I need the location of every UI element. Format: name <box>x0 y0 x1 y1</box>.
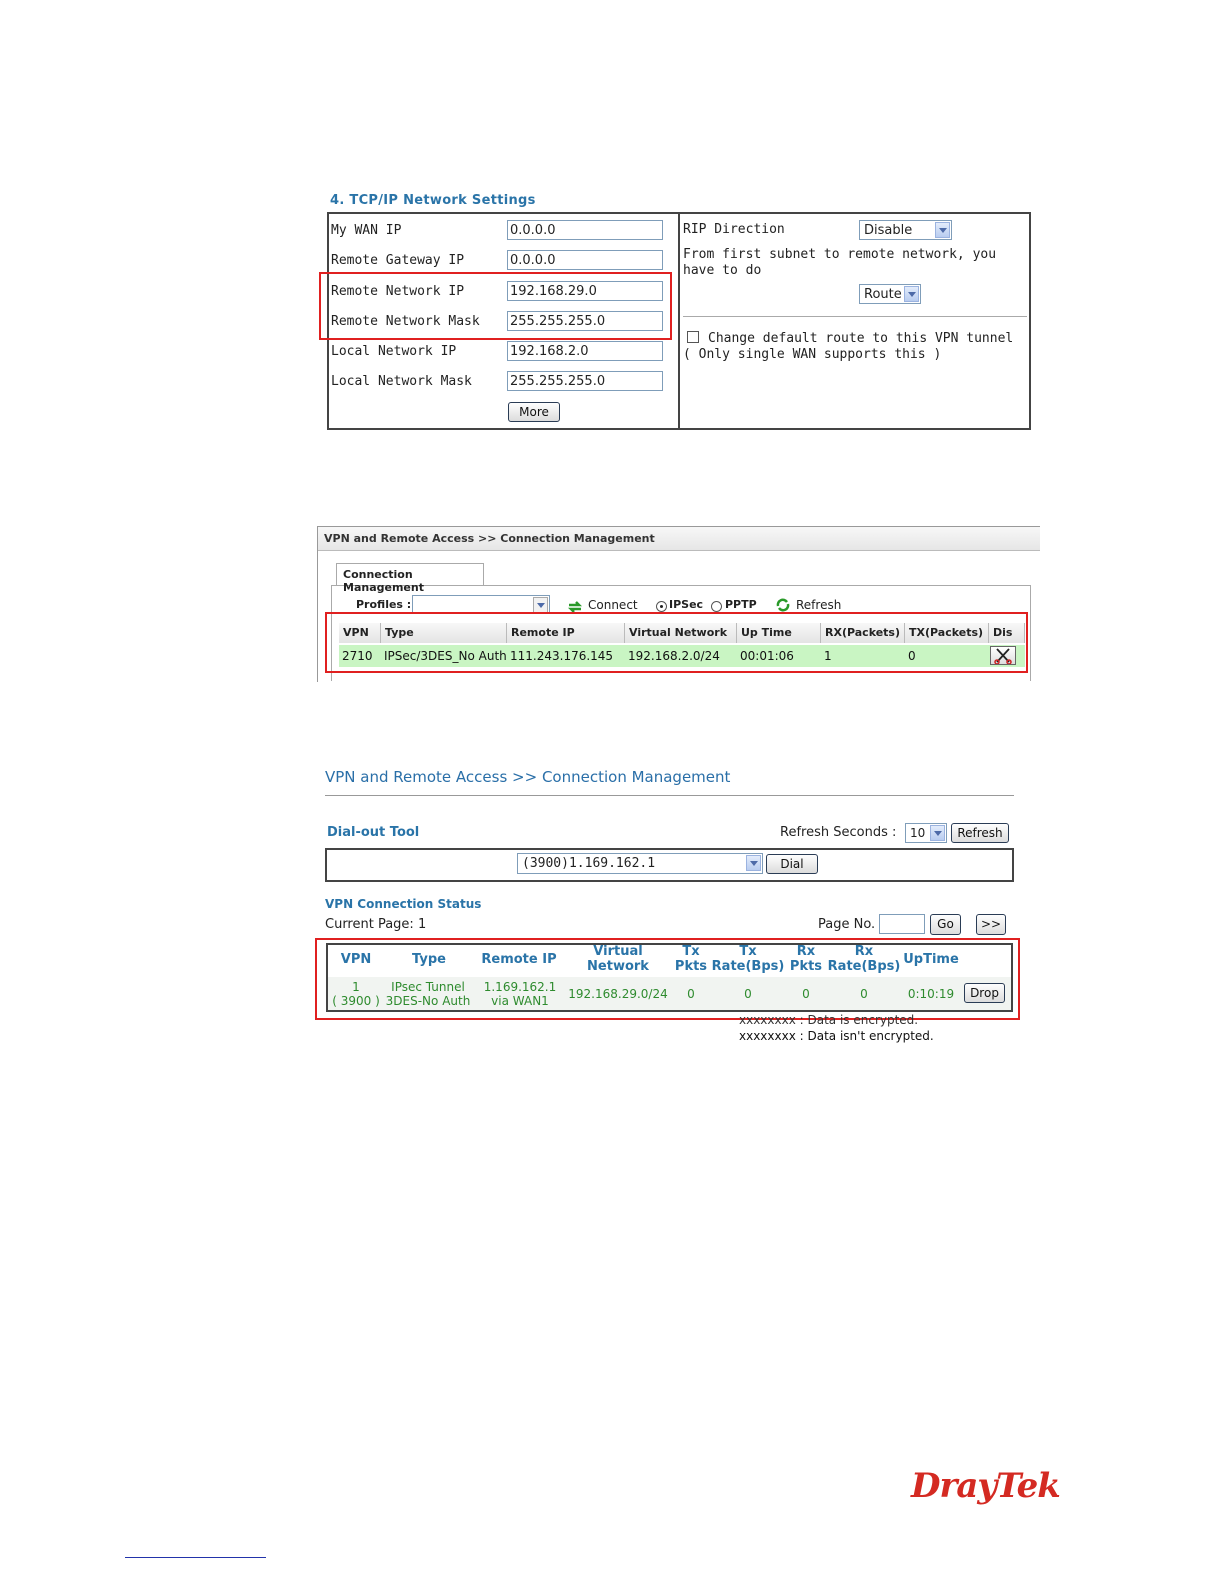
current-page-text: Current Page: 1 <box>325 917 427 932</box>
chevron-down-icon <box>533 597 548 613</box>
default-route-text: Change default route to this VPN tunnel … <box>683 331 1014 362</box>
legend-unencrypted: xxxxxxxx : Data isn't encrypted. <box>739 1029 934 1043</box>
profiles-label: Profiles : <box>356 598 412 611</box>
tcpip-section-title: 4. TCP/IP Network Settings <box>330 193 536 208</box>
tab-connection-management[interactable]: Connection Management <box>336 563 484 594</box>
dial-profile-value: (3900)1.169.162.1 <box>522 856 656 871</box>
connect-link[interactable]: Connect <box>588 598 638 612</box>
chevron-down-icon <box>904 286 919 302</box>
refresh-seconds-value: 10 <box>910 826 926 840</box>
refresh-seconds-select[interactable]: 10 <box>905 823 947 843</box>
refresh-seconds-label: Refresh Seconds : <box>780 825 897 840</box>
local-network-mask-field[interactable]: 255.255.255.0 <box>507 371 663 391</box>
panel-divider <box>678 212 680 430</box>
my-wan-ip-label: My WAN IP <box>331 223 402 238</box>
ipsec-radio[interactable] <box>656 601 667 612</box>
pptp-label: PPTP <box>725 598 757 611</box>
footer-link-underline <box>125 1557 266 1558</box>
remote-gateway-ip-field[interactable]: 0.0.0.0 <box>507 250 663 270</box>
subnet-route-select[interactable]: Route <box>859 284 921 304</box>
dial-profile-select[interactable]: (3900)1.169.162.1 <box>517 853 763 874</box>
local-network-mask-label: Local Network Mask <box>331 374 472 389</box>
dialout-tool-title: Dial-out Tool <box>327 825 420 840</box>
chevron-down-icon <box>746 855 761 871</box>
ipsec-label: IPSec <box>669 598 704 611</box>
highlight-status-table <box>315 938 1020 1020</box>
radio-dot <box>660 605 663 608</box>
refresh-button[interactable]: Refresh <box>951 823 1009 843</box>
chevron-down-icon <box>935 222 950 238</box>
chevron-down-icon <box>930 825 945 841</box>
page-title: VPN and Remote Access >> Connection Mana… <box>325 768 731 786</box>
next-page-button[interactable]: >> <box>976 914 1006 935</box>
more-button[interactable]: More <box>508 402 560 422</box>
pptp-radio[interactable] <box>711 601 722 612</box>
rip-direction-value: Disable <box>864 223 913 238</box>
dial-button[interactable]: Dial <box>766 854 818 874</box>
refresh-icon[interactable] <box>775 597 791 612</box>
right-divider <box>683 316 1027 317</box>
page-no-label: Page No. <box>818 917 876 932</box>
local-network-ip-label: Local Network IP <box>331 344 457 359</box>
legend-encrypted: xxxxxxxx : Data is encrypted. <box>739 1013 919 1027</box>
vpn-status-title: VPN Connection Status <box>325 897 482 911</box>
draytek-logo: DrayTek <box>911 1466 1061 1506</box>
rip-direction-select[interactable]: Disable <box>859 220 952 240</box>
highlight-remote-network <box>319 272 672 340</box>
rip-direction-label: RIP Direction <box>683 222 785 237</box>
title-rule <box>325 795 1014 796</box>
conn-mgmt-header: VPN and Remote Access >> Connection Mana… <box>318 527 1040 551</box>
go-button[interactable]: Go <box>930 914 961 935</box>
my-wan-ip-field[interactable]: 0.0.0.0 <box>507 220 663 240</box>
subnet-route-value: Route <box>864 287 902 302</box>
local-network-ip-field[interactable]: 192.168.2.0 <box>507 341 663 361</box>
connect-icon[interactable] <box>567 598 583 613</box>
remote-gateway-ip-label: Remote Gateway IP <box>331 253 465 268</box>
page-no-input[interactable] <box>879 914 925 934</box>
subnet-route-text: From first subnet to remote network, you… <box>683 247 997 278</box>
highlight-connection-row <box>325 612 1028 673</box>
refresh-link[interactable]: Refresh <box>796 598 841 612</box>
